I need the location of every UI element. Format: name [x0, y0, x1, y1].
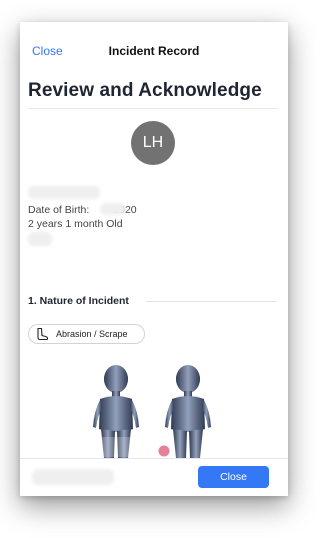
redacted-name [28, 186, 100, 199]
incident-type-chip[interactable]: Abrasion / Scrape [28, 324, 145, 344]
body-diagram-back [93, 365, 139, 458]
page-title: Review and Acknowledge [28, 80, 262, 101]
foot-icon [37, 327, 49, 341]
close-button[interactable]: Close [198, 466, 269, 488]
navigation-bar: Close Incident Record [20, 36, 288, 66]
redacted-detail [28, 232, 52, 246]
redacted-footer-text [32, 469, 114, 485]
section-divider [146, 301, 276, 302]
dob-label: Date of Birth: [28, 204, 90, 216]
incident-type-label: Abrasion / Scrape [56, 329, 128, 339]
incident-record-screen: Close Incident Record Review and Acknowl… [20, 22, 288, 496]
footer-bar: Close [20, 458, 288, 496]
redacted-dob [100, 203, 126, 215]
nav-title: Incident Record [108, 44, 200, 58]
body-diagram-front [158, 365, 211, 458]
section-title-nature: 1. Nature of Incident [28, 295, 129, 307]
status-bar [20, 22, 288, 32]
injury-marker[interactable] [158, 445, 170, 457]
child-age: 2 years 1 month Old [28, 218, 123, 230]
avatar: LH [131, 121, 175, 165]
title-divider [28, 108, 278, 109]
